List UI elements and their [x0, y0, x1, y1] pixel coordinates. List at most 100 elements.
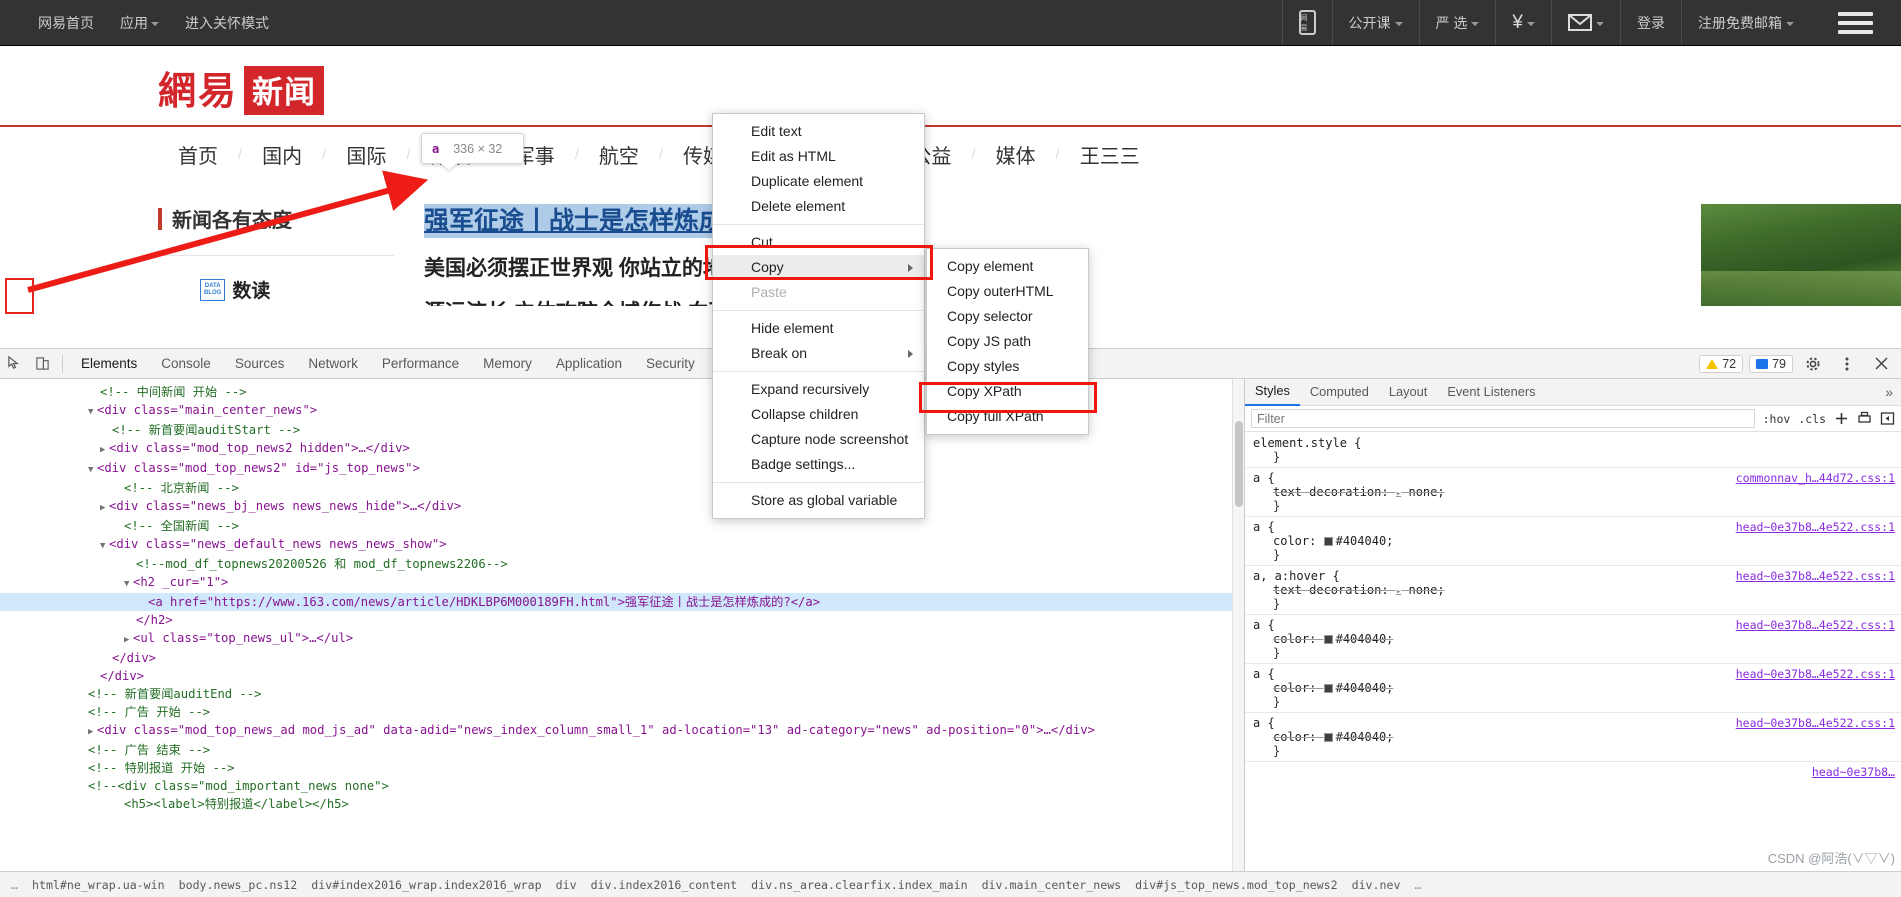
topnav-item-open-course[interactable]: 公开课	[1331, 0, 1419, 45]
dom-line-selected[interactable]: <a href="https://www.163.com/news/articl…	[0, 593, 1244, 611]
context-menu-item-duplicate-element[interactable]: Duplicate element	[713, 169, 924, 194]
dom-line[interactable]: </div>	[0, 649, 1244, 667]
style-source-link[interactable]: head~0e37b8…4e522.css:1	[1736, 520, 1895, 534]
dom-line[interactable]: ▼ <div class="mod_top_news2" id="js_top_n…	[0, 459, 1244, 479]
nav-item-aviation[interactable]: 航空	[579, 140, 659, 169]
tab-computed[interactable]: Computed	[1300, 379, 1379, 405]
style-source-link[interactable]: commonnav_h…44d72.css:1	[1736, 471, 1895, 485]
add-style-rule-icon[interactable]	[1834, 411, 1849, 426]
breadcrumb-item[interactable]: div.nev	[1345, 878, 1408, 892]
close-icon[interactable]	[1867, 350, 1895, 378]
style-rule[interactable]: a { head~0e37b8…4e522.css:1 color: #4040…	[1245, 519, 1901, 563]
styles-more-tabs-icon[interactable]: »	[1877, 384, 1901, 400]
tab-layout[interactable]: Layout	[1379, 379, 1437, 405]
tab-elements[interactable]: Elements	[69, 349, 149, 379]
context-menu-item-cut[interactable]: Cut	[713, 230, 924, 255]
dom-line[interactable]: ▼ <h2 _cur="1">	[0, 573, 1244, 593]
context-menu-item-collapse-children[interactable]: Collapse children	[713, 402, 924, 427]
topnav-item-pay[interactable]: ¥	[1495, 0, 1551, 45]
dom-line[interactable]: <!--<div class="mod_important_news none"…	[0, 777, 1244, 795]
style-property[interactable]: color: #404040;	[1253, 632, 1893, 646]
message-count-badge[interactable]: 79	[1749, 354, 1793, 373]
gear-icon[interactable]	[1799, 350, 1827, 378]
dom-line[interactable]: ▶ <div class="mod_top_news_ad mod_js_ad" …	[0, 721, 1244, 741]
color-swatch[interactable]	[1323, 635, 1333, 644]
context-menu-item-capture-node-screenshot[interactable]: Capture node screenshot	[713, 427, 924, 452]
topnav-item-home[interactable]: 网易首页	[38, 13, 94, 33]
dom-line[interactable]: </h2>	[0, 611, 1244, 629]
scrollbar-thumb[interactable]	[1235, 421, 1243, 507]
dom-tree-pane[interactable]: <!-- 中间新闻 开始 --> ▼ <div class="main_cente…	[0, 379, 1244, 897]
inspect-element-icon[interactable]	[0, 350, 28, 378]
tab-styles[interactable]: Styles	[1245, 378, 1300, 406]
dom-line[interactable]: <!--mod_df_topnews20200526 和 mod_df_topn…	[0, 555, 1244, 573]
kebab-menu-icon[interactable]	[1833, 350, 1861, 378]
styles-filter-input[interactable]	[1251, 409, 1755, 428]
breadcrumb-item[interactable]: div#index2016_wrap.index2016_wrap	[304, 878, 548, 892]
dom-line[interactable]: <!-- 北京新闻 -->	[0, 479, 1244, 497]
dom-line[interactable]: <!-- 全国新闻 -->	[0, 517, 1244, 535]
datablog-block[interactable]: DATA BLOG 数读	[158, 276, 408, 303]
nav-item-domestic[interactable]: 国内	[242, 140, 322, 169]
context-menu-item-break-on[interactable]: Break on	[713, 341, 924, 366]
breadcrumb-item[interactable]: body.news_pc.ns12	[172, 878, 305, 892]
breadcrumb-overflow[interactable]: …	[4, 878, 25, 892]
hamburger-icon[interactable]	[1810, 0, 1901, 45]
context-menu-item-badge-settings[interactable]: Badge settings...	[713, 452, 924, 477]
style-property[interactable]: color: #404040;	[1253, 681, 1893, 695]
dom-line[interactable]: ▶ <div class="news_bj_news news_news_hide…	[0, 497, 1244, 517]
dom-line[interactable]: <h5><label>特别报道</label></h5>	[0, 795, 1244, 813]
context-menu-item-delete-element[interactable]: Delete element	[713, 194, 924, 219]
dom-line[interactable]: <!-- 广告 开始 -->	[0, 703, 1244, 721]
style-property[interactable]: text-decoration: ▸ none;	[1253, 485, 1893, 499]
style-rule[interactable]: a { commonnav_h…44d72.css:1 text-decorat…	[1245, 470, 1901, 514]
dom-line[interactable]: ▼ <div class="news_default_news news_news…	[0, 535, 1244, 555]
style-property[interactable]: text-decoration: ▸ none;	[1253, 583, 1893, 597]
submenu-item-copy-element[interactable]: Copy element	[927, 254, 1088, 279]
dom-line[interactable]: <!-- 新首要闻auditEnd -->	[0, 685, 1244, 703]
topnav-item-mobile-app[interactable]: 网易	[1281, 0, 1332, 45]
nav-item-international[interactable]: 国际	[326, 140, 406, 169]
dom-line[interactable]: </div>	[0, 667, 1244, 685]
dom-line[interactable]: ▶ <ul class="top_news_ul">…</ul>	[0, 629, 1244, 649]
warning-count-badge[interactable]: 72	[1699, 354, 1744, 373]
submenu-item-copy-selector[interactable]: Copy selector	[927, 304, 1088, 329]
tab-performance[interactable]: Performance	[370, 349, 471, 379]
style-rule[interactable]: a { head~0e37b8…4e522.css:1 color: #4040…	[1245, 715, 1901, 759]
hov-toggle[interactable]: :hov	[1763, 412, 1791, 426]
style-rule[interactable]: a { head~0e37b8…4e522.css:1 color: #4040…	[1245, 666, 1901, 710]
context-menu-item-edit-text[interactable]: Edit text	[713, 119, 924, 144]
breadcrumb-item[interactable]: div.main_center_news	[975, 878, 1129, 892]
tab-event-listeners[interactable]: Event Listeners	[1437, 379, 1545, 405]
dom-line[interactable]: ▶ <div class="mod_top_news2 hidden">…</di…	[0, 439, 1244, 459]
breadcrumb-item[interactable]: div	[549, 878, 584, 892]
topnav-item-yanxuan[interactable]: 严 选	[1418, 0, 1496, 45]
context-menu-item-edit-as-html[interactable]: Edit as HTML	[713, 144, 924, 169]
submenu-item-copy-xpath[interactable]: Copy XPath	[927, 379, 1088, 404]
context-menu-item-copy[interactable]: Copy	[713, 255, 924, 280]
tab-security[interactable]: Security	[634, 349, 707, 379]
style-source-link[interactable]: head~0e37b8…	[1812, 765, 1895, 779]
print-style-icon[interactable]	[1857, 411, 1872, 426]
cls-toggle[interactable]: .cls	[1798, 412, 1826, 426]
device-toolbar-icon[interactable]	[28, 350, 56, 378]
breadcrumb-item[interactable]: div.ns_area.clearfix.index_main	[744, 878, 974, 892]
context-menu-item-hide-element[interactable]: Hide element	[713, 316, 924, 341]
tab-console[interactable]: Console	[149, 349, 223, 379]
submenu-item-copy-outerhtml[interactable]: Copy outerHTML	[927, 279, 1088, 304]
style-rule[interactable]: head~0e37b8…	[1245, 764, 1901, 779]
breadcrumb-item[interactable]: html#ne_wrap.ua-win	[25, 878, 172, 892]
submenu-item-copy-full-xpath[interactable]: Copy full XPath	[927, 404, 1088, 429]
color-swatch[interactable]	[1323, 684, 1333, 693]
breadcrumb-overflow-end[interactable]: …	[1407, 878, 1428, 892]
breadcrumb-item[interactable]: div#js_top_news.mod_top_news2	[1128, 878, 1344, 892]
tab-sources[interactable]: Sources	[223, 349, 297, 379]
topnav-item-login[interactable]: 登录	[1620, 0, 1681, 45]
breadcrumb-item[interactable]: div.index2016_content	[584, 878, 745, 892]
dom-line[interactable]: <!-- 广告 结束 -->	[0, 741, 1244, 759]
style-source-link[interactable]: head~0e37b8…4e522.css:1	[1736, 667, 1895, 681]
nav-item-media[interactable]: 媒体	[976, 140, 1056, 169]
style-rule[interactable]: element.style { }	[1245, 435, 1901, 465]
tab-application[interactable]: Application	[544, 349, 634, 379]
color-swatch[interactable]	[1323, 733, 1333, 742]
